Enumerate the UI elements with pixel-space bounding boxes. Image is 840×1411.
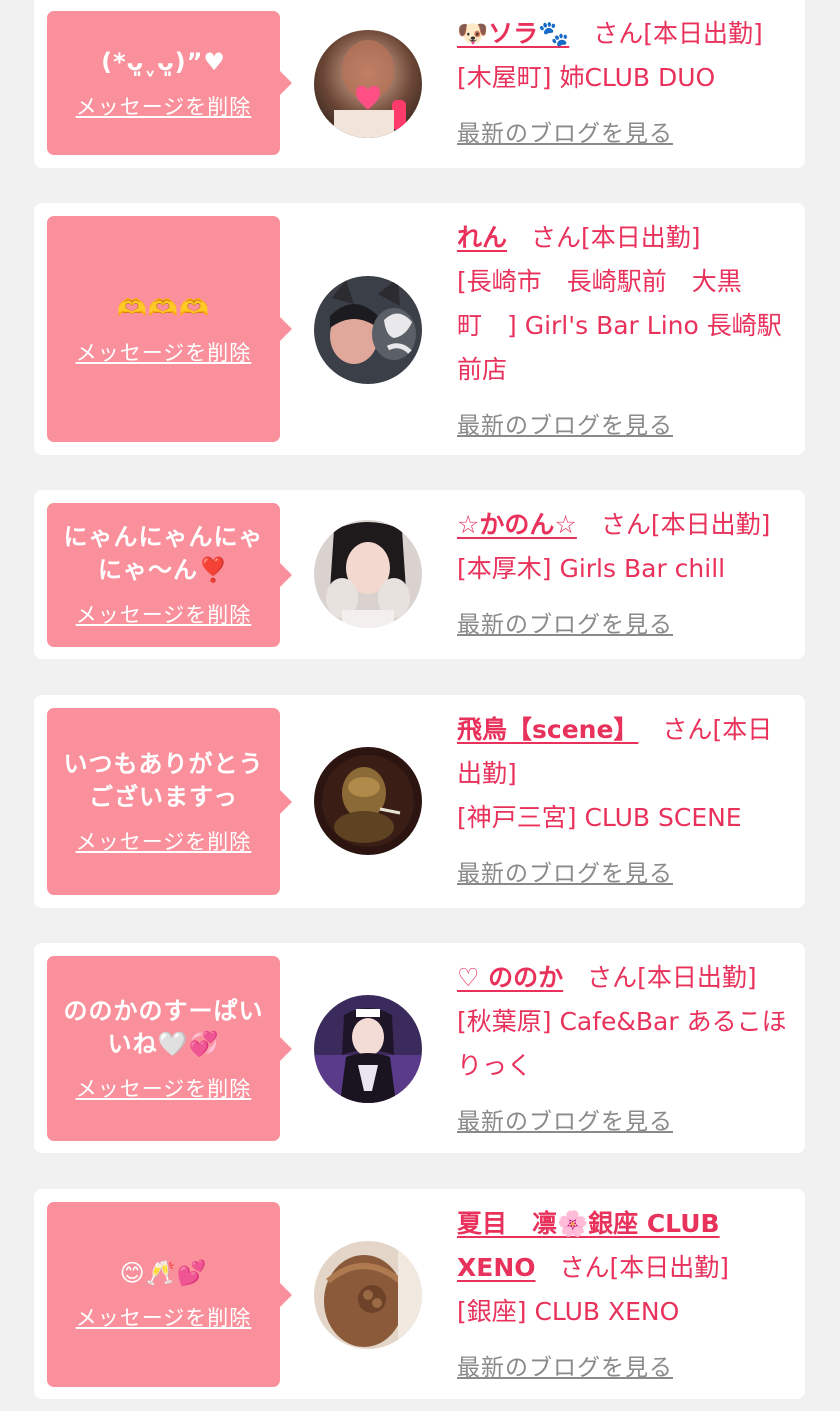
avatar[interactable]: [314, 520, 422, 628]
cast-info: 🐶ソラ🐾 さん[本日出勤] [木屋町] 姉CLUB DUO 最新のブログを見る: [457, 12, 793, 156]
san-label: さん: [662, 715, 713, 744]
message-bubble: (*ᴗ͈ˬᴗ͈)”♥ メッセージを削除: [47, 11, 292, 155]
latest-blog-link[interactable]: 最新のブログを見る: [457, 112, 673, 156]
message-card: ののかのすーぱいいね🤍💞 メッセージを削除 ♡ ののか さん[本日出勤] [秋葉原…: [34, 943, 805, 1153]
san-label: さん: [593, 19, 644, 48]
san-label: さん: [600, 510, 651, 539]
shop-name: [神戸三宮] CLUB SCENE: [457, 803, 742, 832]
cast-name-link[interactable]: ☆かのん☆: [457, 510, 577, 539]
shop-name: [長崎市 長崎駅前 大黒町 ] Girl's Bar Lino 長崎駅前店: [457, 267, 782, 384]
shop-name: [木屋町] 姉CLUB DUO: [457, 63, 716, 92]
latest-blog-link[interactable]: 最新のブログを見る: [457, 404, 673, 448]
delete-message-link[interactable]: メッセージを削除: [76, 826, 252, 856]
shop-name: [本厚木] Girls Bar chill: [457, 554, 726, 583]
latest-blog-link[interactable]: 最新のブログを見る: [457, 603, 673, 647]
attendance-label: [本日出勤]: [581, 223, 701, 252]
message-bubble: いつもありがとうございますっ メッセージを削除: [47, 708, 292, 895]
message-card: にゃんにゃんにゃにゃ〜ん❣️ メッセージを削除 ☆かのん☆ さん[本日出勤] [本…: [34, 490, 805, 659]
message-text: (*ᴗ͈ˬᴗ͈)”♥: [101, 47, 226, 76]
avatar[interactable]: [314, 1241, 422, 1349]
delete-message-link[interactable]: メッセージを削除: [76, 91, 252, 121]
cast-name-link[interactable]: 🐶ソラ🐾: [457, 19, 569, 48]
latest-blog-link[interactable]: 最新のブログを見る: [457, 1100, 673, 1144]
message-bubble: ののかのすーぱいいね🤍💞 メッセージを削除: [47, 956, 292, 1141]
cast-name-link[interactable]: れん: [457, 223, 507, 252]
latest-blog-link[interactable]: 最新のブログを見る: [457, 852, 673, 896]
delete-message-link[interactable]: メッセージを削除: [76, 1073, 252, 1103]
cast-info: 飛鳥【scene】 さん[本日出勤] [神戸三宮] CLUB SCENE 最新のブ…: [457, 708, 793, 896]
message-text: にゃんにゃんにゃにゃ〜ん❣️: [63, 523, 264, 584]
delete-message-link[interactable]: メッセージを削除: [76, 599, 252, 629]
message-card: いつもありがとうございますっ メッセージを削除 飛鳥【scene】 さん[本日出勤…: [34, 695, 805, 908]
cast-name-link[interactable]: 飛鳥【scene】: [457, 715, 638, 744]
message-card: 😊🥂💕 メッセージを削除 夏目 凛🌸銀座 CLUB XENO さん[本日出勤] […: [34, 1189, 805, 1399]
message-bubble: にゃんにゃんにゃにゃ〜ん❣️ メッセージを削除: [47, 503, 292, 647]
message-text: ののかのすーぱいいね🤍💞: [63, 996, 264, 1058]
shop-name: [銀座] CLUB XENO: [457, 1297, 680, 1326]
cast-info: れん さん[本日出勤] [長崎市 長崎駅前 大黒町 ] Girl's Bar Li…: [457, 216, 793, 448]
attendance-label: [本日出勤]: [650, 510, 771, 539]
attendance-label: [本日出勤]: [643, 19, 763, 48]
avatar[interactable]: [314, 30, 422, 138]
message-text: いつもありがとうございますっ: [63, 749, 264, 811]
message-bubble: 😊🥂💕 メッセージを削除: [47, 1202, 292, 1387]
cast-info: ♡ ののか さん[本日出勤] [秋葉原] Cafe&Bar あるこほりっく 最新の…: [457, 956, 793, 1144]
cast-name-link[interactable]: ♡ ののか: [457, 963, 563, 992]
avatar[interactable]: [314, 995, 422, 1103]
message-card: 🫶🫶🫶 メッセージを削除 れん さん[本日出勤] [長崎市 長崎駅前 大黒町 ] …: [34, 203, 805, 455]
attendance-label: [本日出勤]: [609, 1253, 730, 1282]
message-bubble: 🫶🫶🫶 メッセージを削除: [47, 216, 292, 442]
latest-blog-link[interactable]: 最新のブログを見る: [457, 1346, 673, 1390]
attendance-label: [本日出勤]: [637, 963, 757, 992]
delete-message-link[interactable]: メッセージを削除: [76, 1302, 252, 1332]
san-label: さん: [531, 223, 582, 252]
avatar[interactable]: [314, 276, 422, 384]
delete-message-link[interactable]: メッセージを削除: [76, 337, 252, 367]
san-label: さん: [559, 1253, 610, 1282]
avatar[interactable]: [314, 747, 422, 855]
cast-info: ☆かのん☆ さん[本日出勤] [本厚木] Girls Bar chill 最新のブ…: [457, 503, 793, 647]
san-label: さん: [587, 963, 638, 992]
message-text: 😊🥂💕: [119, 1259, 208, 1287]
cast-info: 夏目 凛🌸銀座 CLUB XENO さん[本日出勤] [銀座] CLUB XENO…: [457, 1202, 793, 1390]
message-card: (*ᴗ͈ˬᴗ͈)”♥ メッセージを削除 🐶ソラ🐾 さん[本日出勤] [木屋町] 姉…: [34, 0, 805, 168]
shop-name: [秋葉原] Cafe&Bar あるこほりっく: [457, 1007, 787, 1080]
message-text: 🫶🫶🫶: [117, 293, 210, 322]
